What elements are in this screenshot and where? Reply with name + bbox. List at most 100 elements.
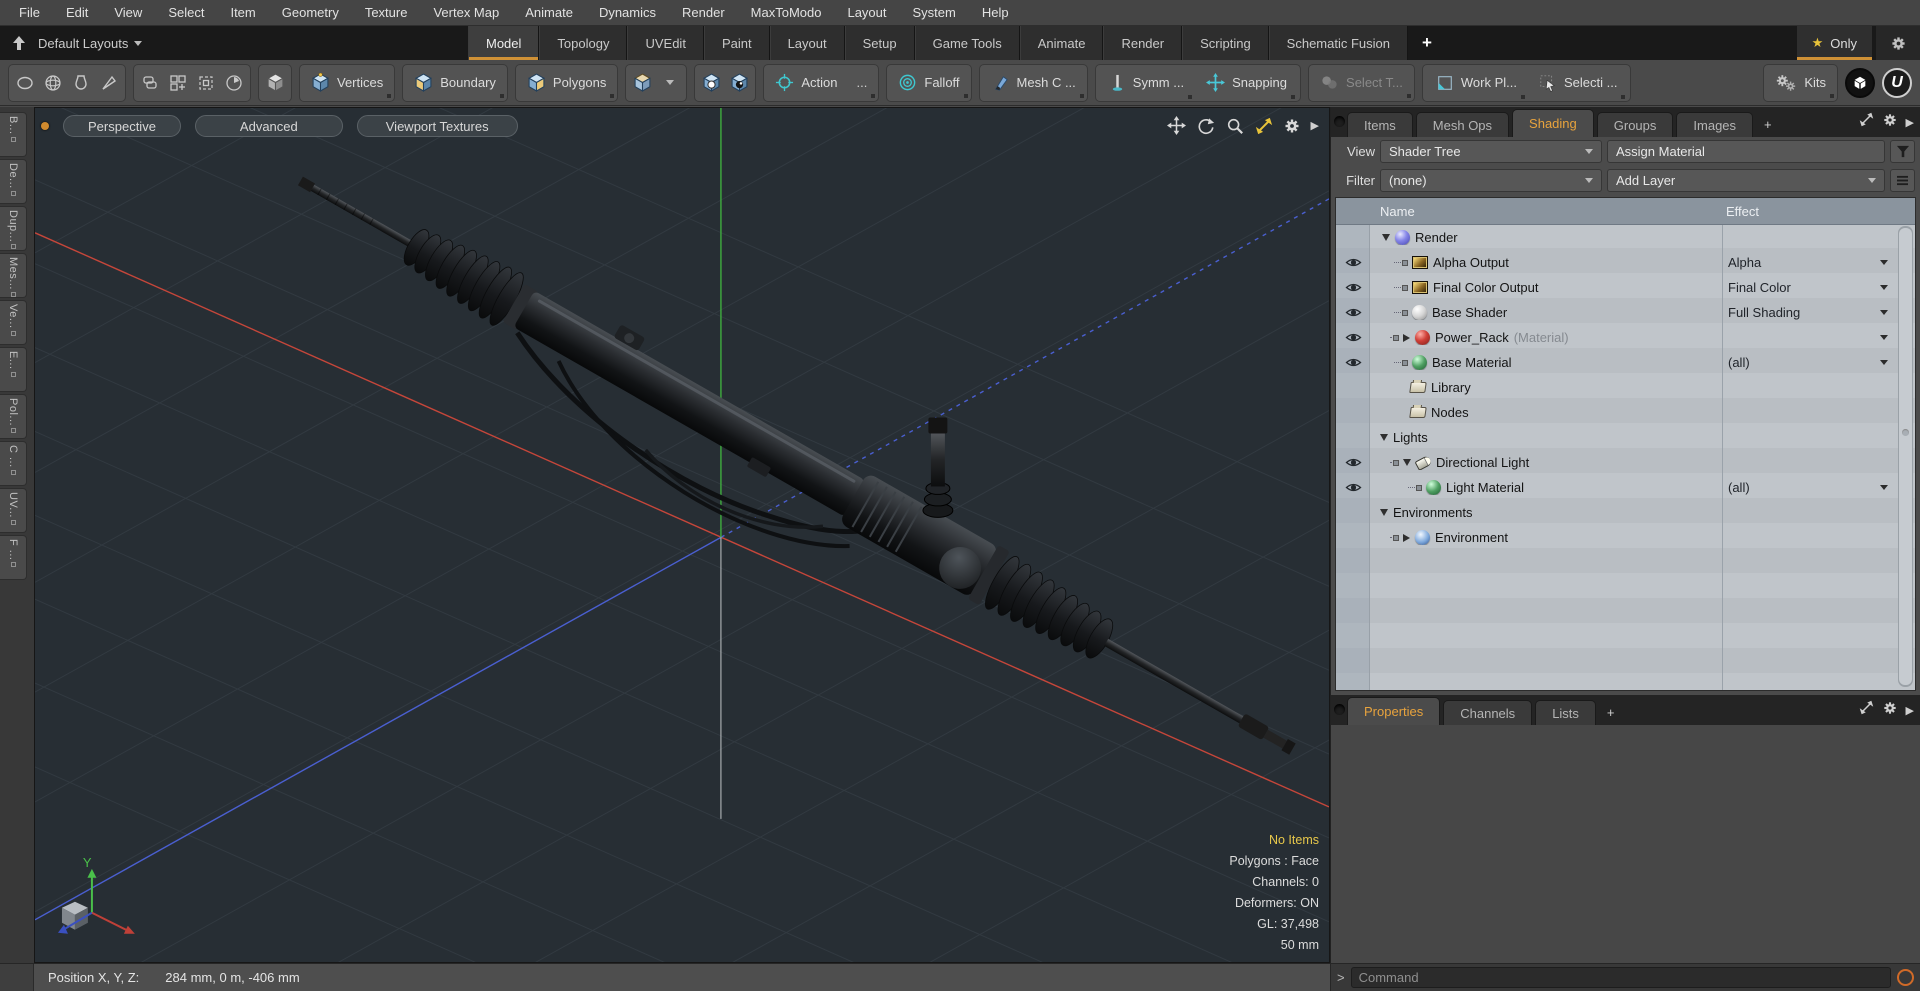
menu-select[interactable]: Select bbox=[155, 5, 217, 20]
item-mode-dropdown[interactable] bbox=[656, 67, 684, 99]
tab-model[interactable]: Model bbox=[468, 26, 540, 60]
eye-icon[interactable] bbox=[1345, 256, 1362, 269]
panel-gear-icon[interactable] bbox=[1883, 113, 1897, 132]
menu-maxtomodo[interactable]: MaxToModo bbox=[738, 5, 835, 20]
menu-animate[interactable]: Animate bbox=[512, 5, 586, 20]
menu-system[interactable]: System bbox=[900, 5, 969, 20]
menu-help[interactable]: Help bbox=[969, 5, 1022, 20]
tree-row-nodes[interactable]: Nodes bbox=[1336, 400, 1896, 425]
tree-row-base-shader[interactable]: Base Shader Full Shading bbox=[1336, 300, 1896, 325]
tab-images[interactable]: Images bbox=[1676, 112, 1754, 137]
expander-open-icon[interactable] bbox=[1380, 509, 1388, 516]
expander-closed-icon[interactable] bbox=[1403, 333, 1410, 342]
expander-open-icon[interactable] bbox=[1382, 234, 1390, 241]
menu-geometry[interactable]: Geometry bbox=[269, 5, 352, 20]
item-cube-icon[interactable] bbox=[628, 67, 656, 99]
tab-groups[interactable]: Groups bbox=[1596, 112, 1674, 137]
viewport-3d[interactable]: Y Perspective Advanced Viewport Textures… bbox=[34, 107, 1330, 963]
tree-row-alpha-output[interactable]: Alpha Output Alpha bbox=[1336, 250, 1896, 275]
menu-layout[interactable]: Layout bbox=[834, 5, 899, 20]
panel-maximize-icon[interactable] bbox=[1859, 700, 1874, 720]
menu-texture[interactable]: Texture bbox=[352, 5, 421, 20]
left-tab-edge[interactable]: E... bbox=[0, 347, 27, 392]
effect-dropdown[interactable]: (all) bbox=[1722, 480, 1896, 495]
sphere-tool-icon[interactable] bbox=[39, 67, 67, 99]
add-layout-tab-button[interactable]: + bbox=[1408, 26, 1446, 60]
left-tab-duplicate[interactable]: Dup... bbox=[0, 206, 27, 251]
tab-topology[interactable]: Topology bbox=[539, 26, 628, 60]
expander-open-icon[interactable] bbox=[1403, 459, 1411, 466]
pen-tool-icon[interactable] bbox=[95, 67, 123, 99]
tab-uvedit[interactable]: UVEdit bbox=[627, 26, 704, 60]
layout-settings-button[interactable] bbox=[1876, 26, 1920, 60]
tab-setup[interactable]: Setup bbox=[844, 26, 915, 60]
menu-vertex-map[interactable]: Vertex Map bbox=[420, 5, 512, 20]
effect-dropdown[interactable]: Full Shading bbox=[1722, 305, 1896, 320]
tree-row-environment[interactable]: Environment bbox=[1336, 525, 1896, 550]
eye-icon[interactable] bbox=[1345, 356, 1362, 369]
falloff-button[interactable]: Falloff bbox=[886, 63, 972, 102]
menu-render[interactable]: Render bbox=[669, 5, 738, 20]
tree-scrollbar[interactable] bbox=[1898, 226, 1913, 687]
menu-edit[interactable]: Edit bbox=[53, 5, 101, 20]
macro-record-icon[interactable] bbox=[1897, 969, 1914, 986]
tab-layout[interactable]: Layout bbox=[769, 26, 845, 60]
panel-more-chevron-icon[interactable]: ▶ bbox=[1906, 116, 1914, 129]
left-tab-basic[interactable]: B... bbox=[0, 112, 27, 157]
tree-row-library[interactable]: Library bbox=[1336, 375, 1896, 400]
tab-shading[interactable]: Shading bbox=[1512, 109, 1594, 137]
vertices-mode-button[interactable]: Vertices bbox=[299, 63, 396, 102]
effect-dropdown[interactable]: Final Color bbox=[1722, 280, 1896, 295]
menu-item[interactable]: Item bbox=[217, 5, 268, 20]
tree-row-lights[interactable]: Lights bbox=[1336, 425, 1896, 450]
tab-render[interactable]: Render bbox=[1103, 26, 1183, 60]
eye-icon[interactable] bbox=[1345, 306, 1362, 319]
symmetry-button[interactable]: Symm ... bbox=[1098, 64, 1195, 102]
selection-sets-button[interactable]: Selecti ... bbox=[1528, 64, 1628, 102]
tab-lists[interactable]: Lists bbox=[1535, 700, 1596, 725]
tree-row-power-rack[interactable]: Power_Rack (Material) bbox=[1336, 325, 1896, 350]
effect-dropdown[interactable]: (all) bbox=[1722, 355, 1896, 370]
unity-button[interactable] bbox=[1845, 67, 1875, 98]
tab-properties[interactable]: Properties bbox=[1347, 697, 1441, 725]
panel-more-chevron-icon[interactable]: ▶ bbox=[1906, 704, 1914, 717]
add-panel-tab-button[interactable]: + bbox=[1756, 112, 1780, 137]
pivot-cube-icon[interactable] bbox=[725, 67, 753, 99]
viewport-more-chevron-icon[interactable]: ▶ bbox=[1311, 119, 1319, 132]
shading-mode-button[interactable]: Advanced bbox=[194, 115, 343, 137]
default-layouts-dropdown[interactable]: Default Layouts bbox=[38, 26, 143, 60]
left-tab-deform[interactable]: De... bbox=[0, 159, 27, 204]
tab-schematic-fusion[interactable]: Schematic Fusion bbox=[1268, 26, 1408, 60]
viewport-textures-button[interactable]: Viewport Textures bbox=[356, 115, 518, 137]
expander-open-icon[interactable] bbox=[1380, 434, 1388, 441]
ellipse-tool-icon[interactable] bbox=[11, 67, 39, 99]
tab-paint[interactable]: Paint bbox=[703, 26, 770, 60]
menu-view[interactable]: View bbox=[101, 5, 155, 20]
only-button[interactable]: ★ Only bbox=[1796, 26, 1872, 60]
tab-channels[interactable]: Channels bbox=[1443, 700, 1533, 725]
tab-game-tools[interactable]: Game Tools bbox=[914, 26, 1020, 60]
effect-dropdown[interactable]: Alpha bbox=[1722, 255, 1896, 270]
work-plane-button[interactable]: Work Pl... bbox=[1425, 64, 1528, 102]
left-tab-falloff[interactable]: F ... bbox=[0, 535, 27, 580]
effect-column-header[interactable]: Effect bbox=[1726, 204, 1759, 219]
viewport-settings-gear-icon[interactable] bbox=[1284, 118, 1300, 134]
expander-closed-icon[interactable] bbox=[1403, 533, 1410, 542]
promote-layout-icon[interactable] bbox=[0, 26, 38, 60]
add-layer-dropdown[interactable]: Add Layer bbox=[1607, 169, 1885, 192]
left-tab-uv[interactable]: UV... bbox=[0, 488, 27, 533]
marquee-icon[interactable] bbox=[192, 67, 220, 99]
menu-dynamics[interactable]: Dynamics bbox=[586, 5, 669, 20]
tab-animate[interactable]: Animate bbox=[1019, 26, 1104, 60]
left-tab-vertex[interactable]: Ve... bbox=[0, 300, 27, 345]
orbit-icon[interactable] bbox=[1197, 117, 1215, 135]
panel-gear-icon[interactable] bbox=[1883, 701, 1897, 720]
mesh-constraint-button[interactable]: Mesh C ... bbox=[978, 63, 1088, 102]
boundary-mode-button[interactable]: Boundary bbox=[402, 63, 508, 102]
command-input[interactable] bbox=[1350, 967, 1891, 988]
tree-row-environments[interactable]: Environments bbox=[1336, 500, 1896, 525]
panel-menu-notch[interactable] bbox=[1334, 116, 1345, 127]
left-tab-curves[interactable]: C ... bbox=[0, 441, 27, 486]
snapping-button[interactable]: Snapping bbox=[1195, 64, 1298, 102]
tab-scripting[interactable]: Scripting bbox=[1182, 26, 1269, 60]
